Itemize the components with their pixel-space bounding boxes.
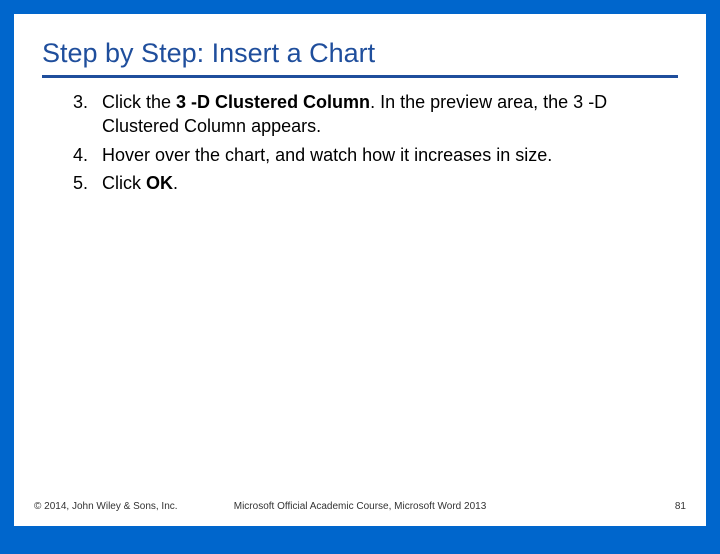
page-number: 81 — [675, 501, 686, 512]
step-number: 5. — [70, 171, 102, 195]
slide: Step by Step: Insert a Chart 3. Click th… — [14, 14, 706, 526]
slide-title: Step by Step: Insert a Chart — [42, 38, 678, 78]
step-list: 3. Click the 3 -D Clustered Column. In t… — [42, 90, 678, 195]
step-number: 3. — [70, 90, 102, 139]
slide-footer: © 2014, John Wiley & Sons, Inc. Microsof… — [34, 501, 686, 512]
step-number: 4. — [70, 143, 102, 167]
list-item: 5. Click OK. — [70, 171, 678, 195]
step-text: Click OK. — [102, 171, 678, 195]
step-text: Click the 3 -D Clustered Column. In the … — [102, 90, 678, 139]
copyright-text: © 2014, John Wiley & Sons, Inc. — [34, 501, 178, 512]
list-item: 3. Click the 3 -D Clustered Column. In t… — [70, 90, 678, 139]
list-item: 4. Hover over the chart, and watch how i… — [70, 143, 678, 167]
step-text: Hover over the chart, and watch how it i… — [102, 143, 678, 167]
